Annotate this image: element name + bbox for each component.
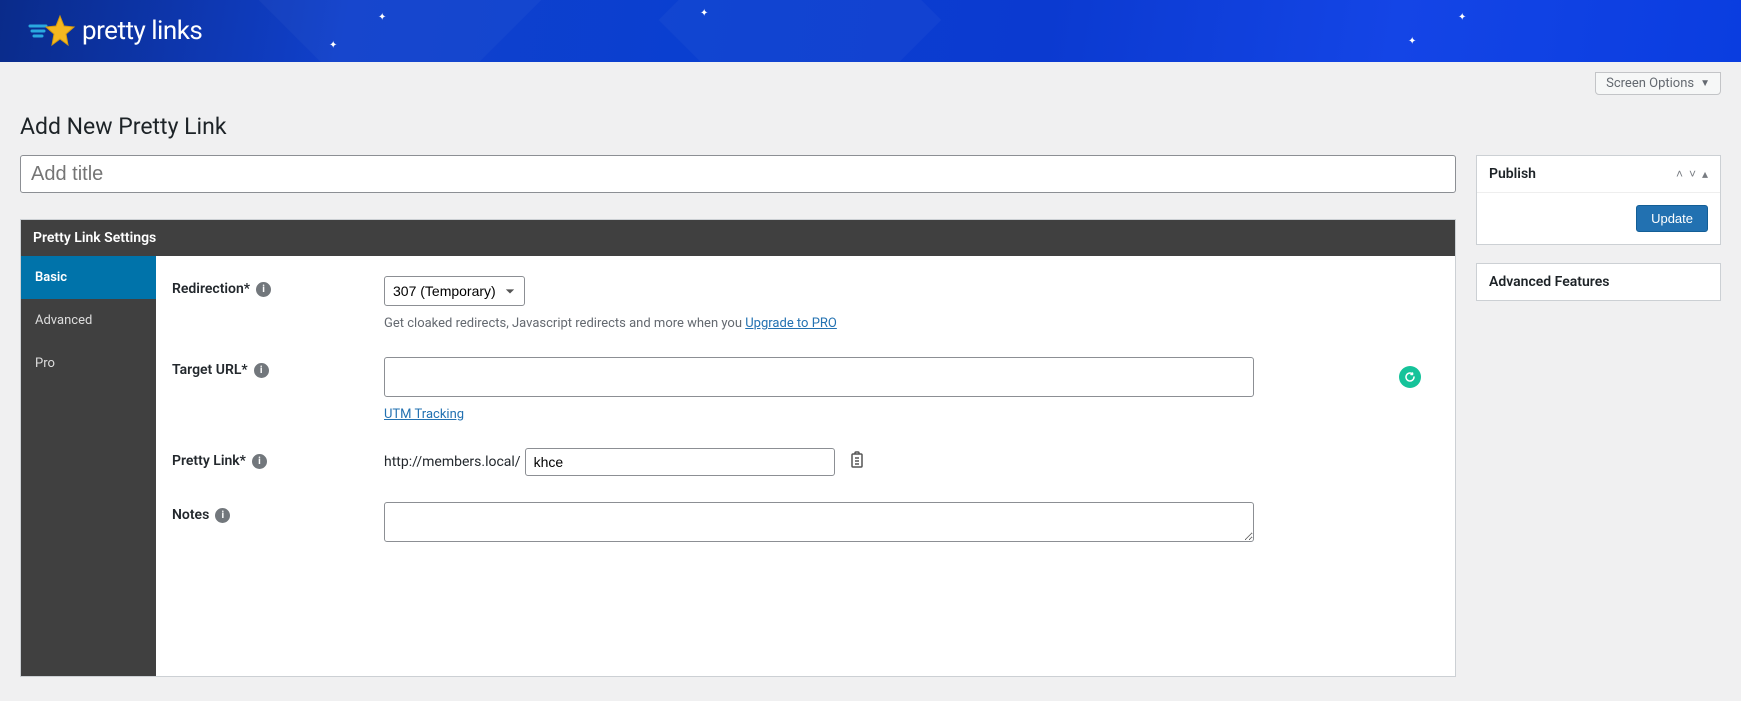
target-url-input[interactable] <box>384 357 1254 397</box>
target-url-label: Target URL* i <box>172 357 384 378</box>
brand-logo: pretty links <box>28 14 202 48</box>
collapse-icon[interactable]: ▴ <box>1702 167 1708 181</box>
chevron-down-icon: ▼ <box>1700 78 1710 89</box>
move-down-icon[interactable]: ˅ <box>1689 167 1696 181</box>
move-up-icon[interactable]: ˄ <box>1676 167 1683 181</box>
title-input[interactable] <box>20 155 1456 193</box>
settings-panel-header: Pretty Link Settings <box>21 220 1455 256</box>
grammarly-icon[interactable] <box>1399 366 1421 388</box>
pretty-link-label: Pretty Link* i <box>172 448 384 469</box>
advanced-features-title: Advanced Features <box>1489 274 1609 290</box>
brand-text: pretty links <box>82 16 202 46</box>
redirection-helper: Get cloaked redirects, Javascript redire… <box>384 316 1439 331</box>
base-url-text: http://members.local/ <box>384 454 521 470</box>
tab-basic[interactable]: Basic <box>21 256 156 299</box>
info-icon[interactable]: i <box>254 363 269 378</box>
screen-options-toggle[interactable]: Screen Options ▼ <box>1595 72 1721 95</box>
redirection-label: Redirection* i <box>172 276 384 297</box>
settings-tabs: Basic Advanced Pro <box>21 256 156 676</box>
slug-input[interactable] <box>525 448 835 476</box>
star-wing-icon <box>28 14 76 48</box>
info-icon[interactable]: i <box>215 508 230 523</box>
redirection-select[interactable]: 307 (Temporary) <box>384 276 525 306</box>
notes-textarea[interactable] <box>384 502 1254 542</box>
utm-tracking-link[interactable]: UTM Tracking <box>384 407 464 422</box>
info-icon[interactable]: i <box>252 454 267 469</box>
tab-advanced[interactable]: Advanced <box>21 299 156 342</box>
settings-panel: Pretty Link Settings Basic Advanced Pro … <box>20 219 1456 677</box>
notes-label: Notes i <box>172 502 384 523</box>
publish-box: Publish ˄ ˅ ▴ Update <box>1476 155 1721 245</box>
tab-pro[interactable]: Pro <box>21 342 156 385</box>
info-icon[interactable]: i <box>256 282 271 297</box>
page-title: Add New Pretty Link <box>20 113 1721 140</box>
advanced-features-box: Advanced Features <box>1476 263 1721 301</box>
upgrade-pro-link[interactable]: Upgrade to PRO <box>745 316 837 331</box>
clipboard-icon[interactable] <box>849 451 865 473</box>
publish-title: Publish <box>1489 166 1536 182</box>
brand-banner: ✦ ✦ ✦ ✦ ✦ pretty links <box>0 0 1741 62</box>
update-button[interactable]: Update <box>1636 205 1708 232</box>
